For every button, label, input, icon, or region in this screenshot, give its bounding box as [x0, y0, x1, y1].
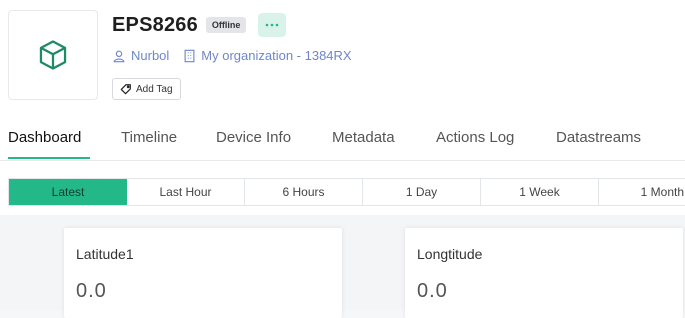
owner-link[interactable]: Nurbol — [112, 48, 169, 63]
building-icon — [184, 49, 195, 62]
tab-metadata[interactable]: Metadata — [332, 129, 395, 146]
status-badge: Offline — [205, 17, 247, 33]
device-title-row: EPS8266 Offline — [112, 12, 287, 38]
organization-name: My organization - 1384RX — [201, 48, 352, 63]
more-button[interactable] — [258, 13, 287, 37]
organization-link[interactable]: My organization - 1384RX — [183, 48, 352, 63]
widget-label: Longtitude — [417, 246, 483, 262]
user-icon — [113, 50, 125, 62]
range-1-month[interactable]: 1 Month — [599, 179, 685, 205]
widget-longtitude[interactable]: Longtitude 0.0 — [405, 228, 683, 318]
tag-icon — [120, 84, 131, 95]
cube-icon — [39, 40, 67, 70]
device-tabs: Dashboard Timeline Device Info Metadata … — [0, 126, 685, 161]
range-6-hours[interactable]: 6 Hours — [245, 179, 363, 205]
widget-value: 0.0 — [76, 280, 107, 302]
widget-latitude[interactable]: Latitude1 0.0 — [64, 228, 342, 318]
tab-actions-log[interactable]: Actions Log — [436, 129, 514, 146]
add-tag-label: Add Tag — [136, 83, 173, 95]
range-latest[interactable]: Latest — [9, 179, 127, 205]
tab-dashboard[interactable]: Dashboard — [8, 129, 81, 146]
range-last-hour[interactable]: Last Hour — [127, 179, 245, 205]
tab-datastreams[interactable]: Datastreams — [556, 129, 641, 146]
device-meta-row: Nurbol My organization - 1384RX — [112, 48, 366, 63]
range-1-week[interactable]: 1 Week — [481, 179, 599, 205]
widget-value: 0.0 — [417, 280, 448, 302]
device-name: EPS8266 — [112, 13, 198, 36]
device-page: EPS8266 Offline Nurbol My organization -… — [0, 0, 685, 318]
add-tag-button[interactable]: Add Tag — [112, 78, 181, 100]
range-1-day[interactable]: 1 Day — [363, 179, 481, 205]
more-dots-icon — [266, 23, 279, 27]
time-range-selector: Latest Last Hour 6 Hours 1 Day 1 Week 1 … — [8, 178, 685, 206]
tab-timeline[interactable]: Timeline — [121, 129, 177, 146]
owner-name: Nurbol — [131, 48, 170, 63]
device-icon-box — [8, 10, 98, 100]
active-tab-indicator — [8, 157, 90, 159]
tab-device-info[interactable]: Device Info — [216, 129, 291, 146]
widget-label: Latitude1 — [76, 246, 134, 262]
